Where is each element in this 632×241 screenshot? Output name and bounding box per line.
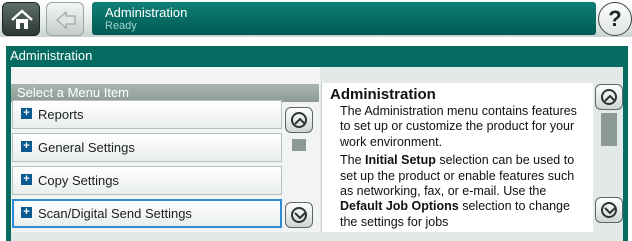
info-title: Administration <box>330 86 436 103</box>
menu-item-reports[interactable]: + Reports <box>12 100 282 129</box>
title-box: Administration Ready <box>92 2 596 35</box>
info-bold-text: Initial Setup <box>365 153 436 168</box>
bottom-strip <box>11 232 623 241</box>
info-scroll-thumb[interactable] <box>601 113 617 146</box>
scroll-up-icon <box>604 94 616 102</box>
plus-icon: + <box>21 174 32 185</box>
top-bar: Administration Ready ? <box>0 0 632 37</box>
menu-item-label: Scan/Digital Send Settings <box>38 206 192 221</box>
plus-icon: + <box>21 108 32 119</box>
back-button[interactable] <box>46 2 84 36</box>
window-title: Administration <box>105 5 188 20</box>
menu-scroll-up-button[interactable] <box>285 107 313 133</box>
menu-scroll-down-button[interactable] <box>285 202 313 228</box>
home-button[interactable] <box>2 2 40 36</box>
info-panel: Administration The Administration menu c… <box>321 83 594 241</box>
home-icon <box>11 9 33 29</box>
info-body: The Administration menu contains feature… <box>340 104 586 233</box>
help-icon: ? <box>608 6 622 31</box>
info-bold-text: Default Job Options <box>340 199 459 214</box>
help-button[interactable]: ? <box>598 2 632 36</box>
section-title: Administration <box>10 48 93 63</box>
scroll-down-icon <box>294 212 306 220</box>
info-scroll-down-button[interactable] <box>595 197 623 223</box>
plus-icon: + <box>21 207 32 218</box>
menu-scroll-thumb[interactable] <box>292 139 306 151</box>
menu-item-general-settings[interactable]: + General Settings <box>12 133 282 162</box>
info-paragraph: The Administration menu contains feature… <box>340 104 577 149</box>
menu-item-label: General Settings <box>38 140 135 155</box>
info-text: The <box>340 153 366 168</box>
scroll-down-icon <box>604 207 616 215</box>
info-scroll-up-button[interactable] <box>595 84 623 110</box>
plus-icon: + <box>21 141 32 152</box>
back-arrow-icon <box>56 10 76 30</box>
menu-item-copy-settings[interactable]: + Copy Settings <box>12 166 282 195</box>
menu-item-label: Copy Settings <box>38 173 119 188</box>
menu-item-scan-digital-send-settings[interactable]: + Scan/Digital Send Settings <box>12 199 282 228</box>
menu-item-label: Reports <box>38 107 84 122</box>
scroll-up-icon <box>294 117 306 125</box>
info-paragraph: The Initial Setup selection can be used … <box>340 153 586 230</box>
status-text: Ready <box>105 20 137 32</box>
